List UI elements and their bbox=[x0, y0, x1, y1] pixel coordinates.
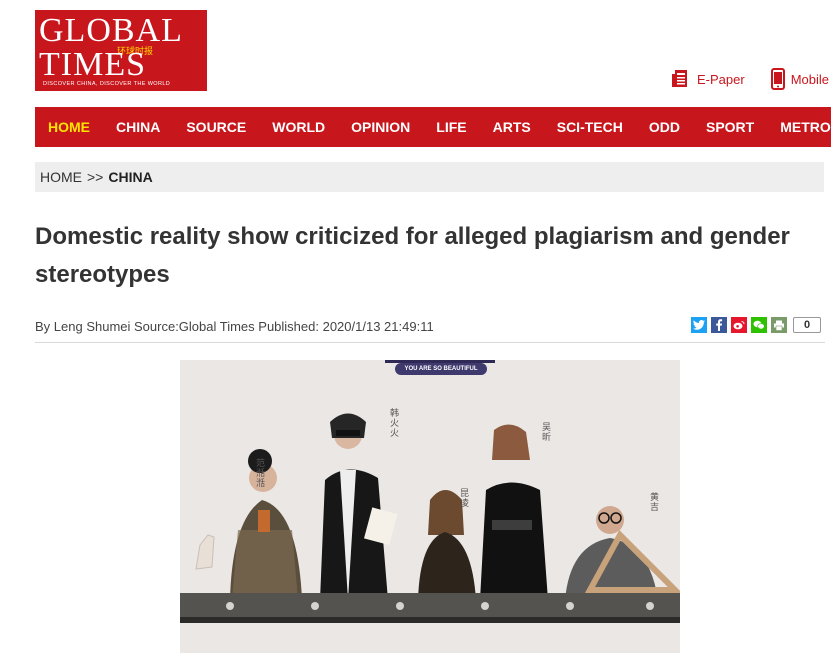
e-paper-link[interactable]: E-Paper bbox=[671, 69, 745, 89]
twitter-icon[interactable] bbox=[691, 317, 707, 333]
cast-name-3: 昆凌 bbox=[459, 488, 469, 508]
logo-line-1: GLOBAL bbox=[39, 12, 183, 49]
cast-name-5: 黄吉 bbox=[649, 492, 659, 512]
cast-name-2: 韩火火 bbox=[389, 408, 399, 438]
logo-line-2: TIMES bbox=[39, 46, 146, 83]
nav-opinion[interactable]: OPINION bbox=[338, 119, 423, 135]
weibo-icon[interactable] bbox=[731, 317, 747, 333]
mobile-link[interactable]: Mobile bbox=[770, 68, 829, 90]
breadcrumb-separator: >> bbox=[87, 169, 104, 185]
cast-name-4: 吴昕 bbox=[541, 422, 551, 442]
nav-metro[interactable]: METRO bbox=[767, 119, 831, 135]
nav-home[interactable]: HOME bbox=[35, 119, 103, 135]
breadcrumb-current[interactable]: CHINA bbox=[108, 169, 152, 185]
logo-tagline: DISCOVER CHINA, DISCOVER THE WORLD bbox=[43, 81, 171, 87]
byline-divider bbox=[35, 342, 825, 343]
nav-sport[interactable]: SPORT bbox=[693, 119, 767, 135]
article-title: Domestic reality show criticized for all… bbox=[35, 223, 790, 288]
nav-sci-tech[interactable]: SCI-TECH bbox=[544, 119, 636, 135]
mobile-label: Mobile bbox=[790, 71, 829, 87]
print-icon[interactable] bbox=[771, 317, 787, 333]
nav-source[interactable]: SOURCE bbox=[173, 119, 259, 135]
reality-show-cast-illustration bbox=[180, 360, 680, 653]
cast-name-1: 范湉湉 bbox=[255, 458, 265, 488]
article-photo: YOU ARE SO BEAUTIFUL 范湉湉 韩火火 昆凌 吴昕 黄吉 bbox=[180, 360, 680, 653]
mobile-phone-icon bbox=[770, 68, 785, 90]
nav-life[interactable]: LIFE bbox=[423, 119, 479, 135]
article-byline: By Leng Shumei Source:Global Times Publi… bbox=[35, 319, 434, 334]
global-times-logo[interactable]: GLOBAL 环球时报 TIMES DISCOVER CHINA, DISCOV… bbox=[35, 10, 207, 91]
wechat-icon[interactable] bbox=[751, 317, 767, 333]
main-nav: HOME CHINA SOURCE WORLD OPINION LIFE ART… bbox=[35, 107, 831, 147]
facebook-icon[interactable] bbox=[711, 317, 727, 333]
newspaper-icon bbox=[672, 70, 687, 87]
breadcrumb-home[interactable]: HOME bbox=[40, 169, 82, 185]
show-title-pill: YOU ARE SO BEAUTIFUL bbox=[395, 363, 487, 375]
share-count: 0 bbox=[793, 317, 822, 333]
nav-world[interactable]: WORLD bbox=[259, 119, 338, 135]
nav-arts[interactable]: ARTS bbox=[480, 119, 544, 135]
breadcrumb: HOME >> CHINA bbox=[35, 162, 824, 192]
share-bar: 0 bbox=[691, 317, 822, 333]
top-links: E-Paper Mobile bbox=[645, 68, 829, 90]
e-paper-label: E-Paper bbox=[697, 71, 745, 87]
nav-odd[interactable]: ODD bbox=[636, 119, 693, 135]
nav-china[interactable]: CHINA bbox=[103, 119, 173, 135]
